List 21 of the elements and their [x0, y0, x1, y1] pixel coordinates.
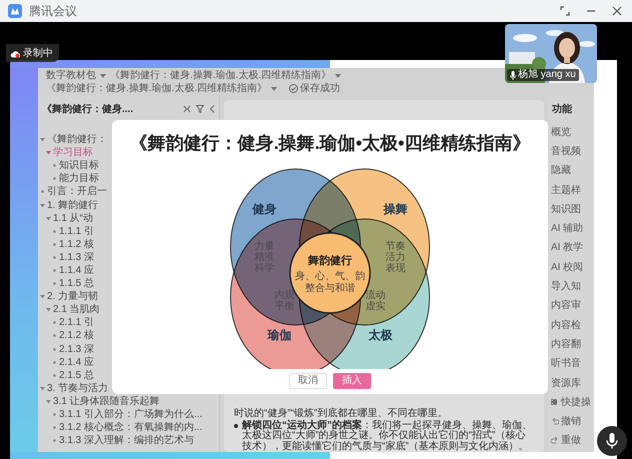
center-text: 整合与和谐 [305, 283, 355, 294]
center-text: 身、心、气、韵 [295, 271, 365, 282]
center-title: 舞韵健行 [308, 255, 352, 267]
set-label: 太极 [368, 328, 392, 342]
term-label: 节奏 [386, 241, 406, 252]
term-label: 虚实 [366, 301, 386, 312]
term-label: 流动 [366, 290, 386, 301]
term-label: 表现 [386, 263, 406, 274]
content-text: 时说的“健身”“锻炼”到底都在哪里、不同在哪里。 [234, 409, 448, 419]
outline-title: 《舞韵健行：健身.... [42, 102, 134, 116]
participant-name: 杨旭 yang xu [518, 69, 576, 81]
set-label: 操舞 [384, 202, 408, 216]
content-paragraph: 解锁四位“运动大师”的档案：我们将一起探寻健身、操舞、瑜伽、太极这四位“大师”的身世之谜。你不仅能认出它们的“招式”（核心技术），更能读懂它们的气质与“家底”（基本原则与文化内涵）。 [242, 420, 533, 452]
save-status: 保存成功 [300, 82, 340, 94]
window-title: 腾讯会议 [29, 2, 77, 20]
set-label: 健身 [252, 202, 276, 216]
panel-title: 功能 [551, 102, 573, 117]
set-label: 瑜伽 [268, 328, 292, 342]
term-label: 活力 [386, 252, 406, 263]
dialog-title: 《舞韵健行：健身.操舞.瑜伽•太极•四维精练指南》 [130, 132, 530, 154]
recording-status: 录制中 [23, 46, 53, 60]
